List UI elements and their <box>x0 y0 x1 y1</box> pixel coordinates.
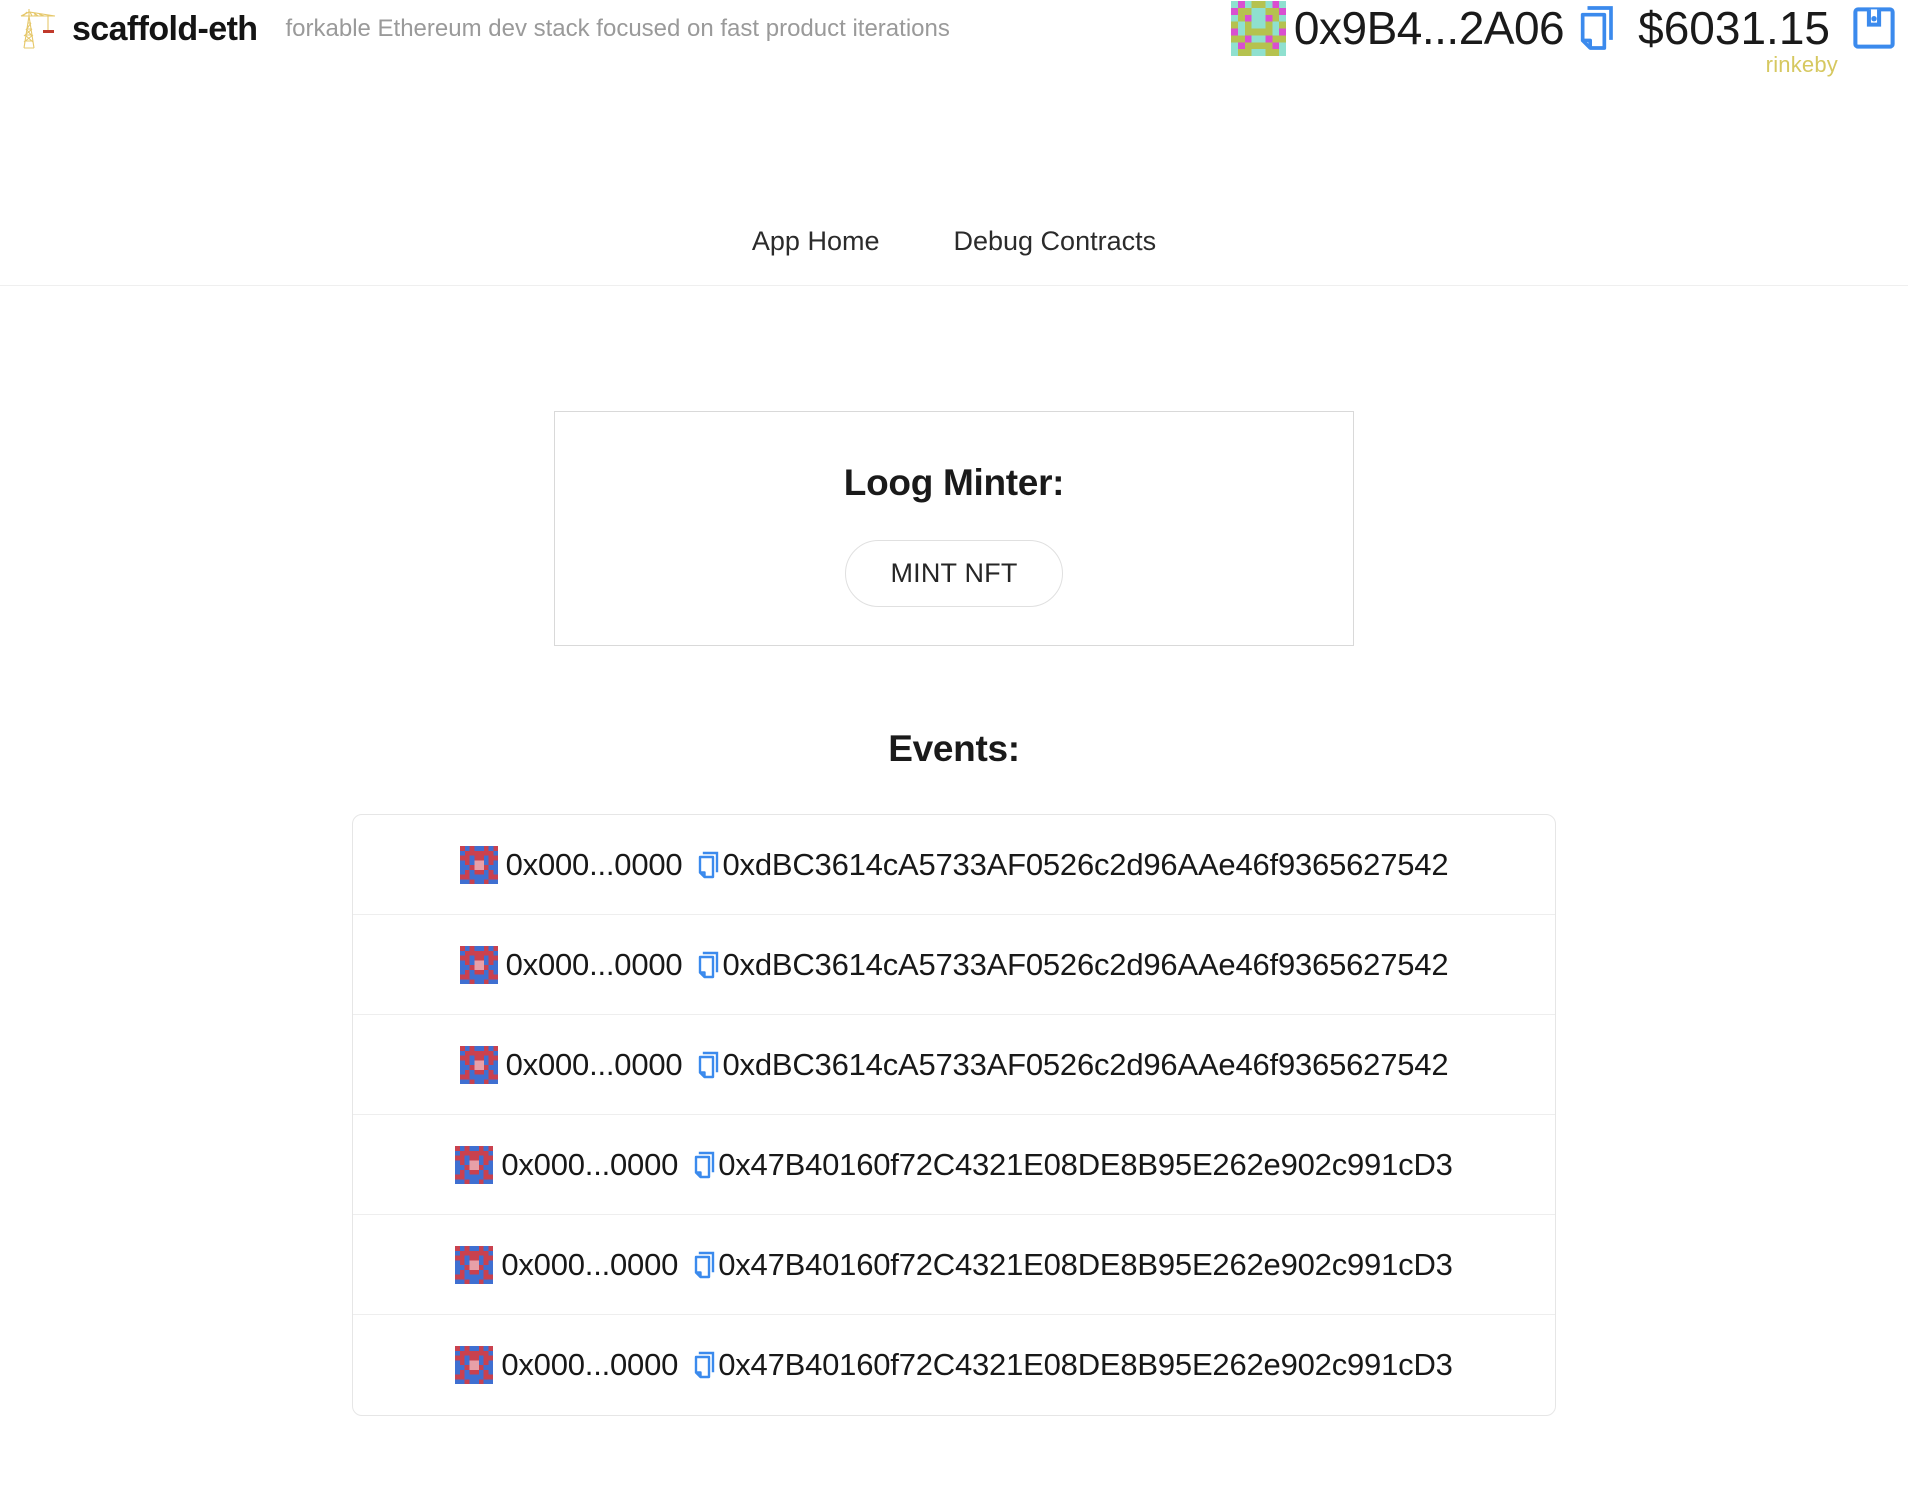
blockie-avatar <box>455 1346 494 1384</box>
blockie-avatar <box>459 1045 498 1084</box>
app-header: scaffold-eth forkable Ethereum dev stack… <box>0 0 1908 100</box>
main-nav: App Home Debug Contracts <box>0 198 1908 286</box>
event-from-address[interactable]: 0x000...0000 <box>501 1247 678 1283</box>
blockie-avatar <box>1230 0 1286 56</box>
brand-tagline: forkable Ethereum dev stack focused on f… <box>285 15 950 42</box>
event-from-address[interactable]: 0x000...0000 <box>501 1347 678 1383</box>
event-row: 0x000...0000 0x47B40160f72C4321E08DE8B95… <box>353 1315 1555 1415</box>
blockie-avatar <box>459 845 498 884</box>
nav-link-debug-contracts[interactable]: Debug Contracts <box>951 222 1158 261</box>
event-from-address[interactable]: 0x000...0000 <box>506 847 683 883</box>
copy-icon[interactable] <box>696 1051 720 1079</box>
loog-minter-card: Loog Minter: MINT NFT <box>554 411 1354 646</box>
event-to-address[interactable]: 0x47B40160f72C4321E08DE8B95E262e902c991c… <box>718 1147 1453 1183</box>
copy-icon[interactable] <box>692 1251 716 1279</box>
wallet-save-icon[interactable] <box>1852 4 1896 52</box>
copy-icon[interactable] <box>692 1151 716 1179</box>
nav-link-app-home[interactable]: App Home <box>750 222 882 261</box>
minter-title: Loog Minter: <box>843 462 1065 503</box>
blockie-avatar <box>455 1145 494 1184</box>
event-to-address[interactable]: 0x47B40160f72C4321E08DE8B95E262e902c991c… <box>718 1347 1453 1383</box>
main-content: Loog Minter: MINT NFT Events: 0x000...00… <box>0 411 1908 1416</box>
event-to-address[interactable]: 0xdBC3614cA5733AF0526c2d96AAe46f93656275… <box>722 947 1448 983</box>
wallet-button-wrap[interactable] <box>1852 4 1896 52</box>
copy-icon[interactable] <box>696 851 720 879</box>
event-from-address[interactable]: 0x000...0000 <box>506 947 683 983</box>
mint-nft-button[interactable]: MINT NFT <box>845 540 1063 607</box>
event-row: 0x000...0000 0xdBC3614cA5733AF0526c2d96A… <box>353 815 1555 915</box>
copy-icon[interactable] <box>1576 6 1616 50</box>
event-to-address[interactable]: 0x47B40160f72C4321E08DE8B95E262e902c991c… <box>718 1247 1453 1283</box>
event-row: 0x000...0000 0x47B40160f72C4321E08DE8B95… <box>353 1215 1555 1315</box>
event-row: 0x000...0000 0xdBC3614cA5733AF0526c2d96A… <box>353 915 1555 1015</box>
blockie-avatar <box>455 1245 494 1284</box>
events-title: Events: <box>888 728 1020 769</box>
brand: scaffold-eth forkable Ethereum dev stack… <box>18 8 950 50</box>
blockie-avatar <box>459 945 498 984</box>
events-list: 0x000...0000 0xdBC3614cA5733AF0526c2d96A… <box>352 814 1556 1416</box>
event-to-address[interactable]: 0xdBC3614cA5733AF0526c2d96AAe46f93656275… <box>722 1047 1448 1083</box>
event-to-address[interactable]: 0xdBC3614cA5733AF0526c2d96AAe46f93656275… <box>722 847 1448 883</box>
account-balance: $6031.15 <box>1638 2 1830 54</box>
event-row: 0x000...0000 0xdBC3614cA5733AF0526c2d96A… <box>353 1015 1555 1115</box>
construction-crane-icon <box>20 9 56 49</box>
account-address[interactable]: 0x9B4...2A06 <box>1294 5 1565 51</box>
copy-icon[interactable] <box>696 951 720 979</box>
network-label: rinkeby <box>1765 52 1838 77</box>
brand-title: scaffold-eth <box>72 9 258 48</box>
event-row: 0x000...0000 0x47B40160f72C4321E08DE8B95… <box>353 1115 1555 1215</box>
copy-icon[interactable] <box>692 1351 716 1379</box>
account-display: 0x9B4...2A06 $6031.15 rinkeby <box>1230 0 1896 77</box>
account-main: 0x9B4...2A06 $6031.15 <box>1230 0 1896 56</box>
event-from-address[interactable]: 0x000...0000 <box>501 1147 678 1183</box>
event-from-address[interactable]: 0x000...0000 <box>506 1047 683 1083</box>
